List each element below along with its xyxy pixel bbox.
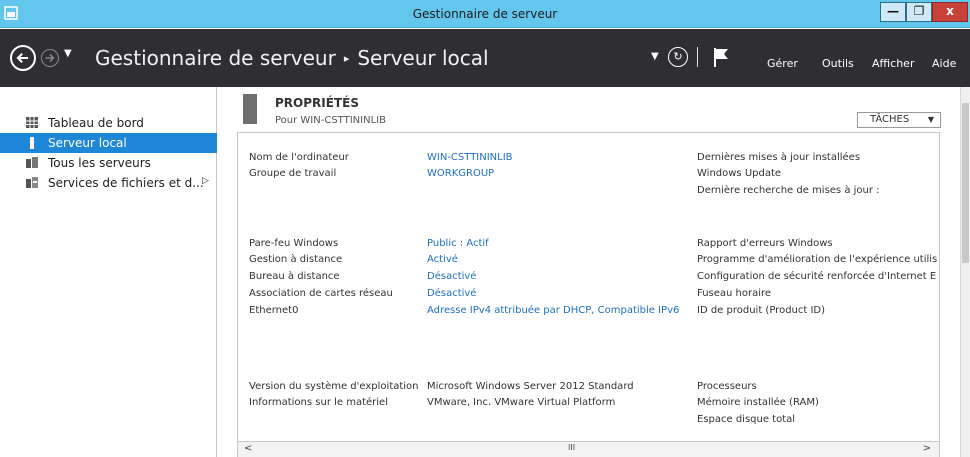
property-label: Processeurs: [697, 381, 757, 392]
property-label: Rapport d'erreurs Windows: [697, 238, 833, 249]
property-label: Espace disque total: [697, 414, 796, 425]
property-label: Version du système d'exploitation: [249, 381, 419, 392]
property-label: Programme d'amélioration de l'expérience…: [697, 254, 938, 265]
scroll-right-icon[interactable]: >: [923, 443, 931, 454]
sidebar-item-label: Tableau de bord: [48, 116, 144, 130]
property-label: Nom de l'ordinateur: [249, 152, 349, 163]
app-header: ▼ Gestionnaire de serveur ▸ Serveur local …: [0, 29, 970, 87]
sidebar-item-label: Tous les serveurs: [48, 156, 151, 170]
forward-arrow-icon[interactable]: [41, 49, 59, 67]
horizontal-scrollbar[interactable]: < III >: [238, 441, 939, 457]
property-label: Informations sur le matériel: [249, 397, 388, 408]
minimize-button[interactable]: —: [880, 2, 906, 22]
close-button[interactable]: x: [932, 2, 968, 22]
property-label: Association de cartes réseau: [249, 288, 393, 299]
property-label: Pare-feu Windows: [249, 238, 339, 249]
remote-management-link[interactable]: Activé: [427, 254, 458, 265]
workgroup-link[interactable]: WORKGROUP: [427, 168, 494, 179]
sidebar-item-label: Services de fichiers et d...: [48, 176, 204, 190]
vertical-scrollbar[interactable]: [960, 87, 970, 457]
properties-panel: Nom de l'ordinateur Groupe de travail Pa…: [237, 132, 940, 457]
property-label: Bureau à distance: [249, 271, 340, 282]
property-label: Mémoire installée (RAM): [697, 397, 819, 408]
nic-teaming-link[interactable]: Désactivé: [427, 288, 476, 299]
sidebar-item-all-servers[interactable]: Tous les serveurs: [0, 153, 217, 173]
chevron-down-icon: ▼: [927, 115, 934, 124]
notifications-flag-icon[interactable]: [712, 46, 732, 68]
breadcrumb-root[interactable]: Gestionnaire de serveur: [95, 46, 336, 70]
properties-subtitle: Pour WIN-CSTTININLIB: [275, 115, 386, 126]
property-label: Groupe de travail: [249, 168, 337, 179]
back-arrow-icon[interactable]: [10, 45, 36, 71]
breadcrumb-current: Serveur local: [357, 46, 489, 70]
property-label: Dernières mises à jour installées: [697, 152, 861, 163]
property-label: Windows Update: [697, 168, 782, 179]
history-dropdown-icon[interactable]: ▼: [64, 48, 72, 59]
dashboard-icon: [26, 117, 38, 128]
property-label: Gestion à distance: [249, 254, 343, 265]
refresh-dropdown-icon[interactable]: ▼: [651, 51, 659, 62]
property-label: Dernière recherche de mises à jour :: [697, 185, 880, 196]
file-services-icon: [26, 177, 38, 188]
firewall-link[interactable]: Public : Actif: [427, 238, 489, 249]
os-version-value: Microsoft Windows Server 2012 Standard: [427, 381, 634, 392]
maximize-button[interactable]: ❐: [906, 2, 932, 22]
ethernet-link[interactable]: Adresse IPv4 attribuée par DHCP, Compati…: [427, 305, 679, 316]
sidebar-item-dashboard[interactable]: Tableau de bord: [0, 113, 217, 133]
all-servers-icon: [26, 157, 38, 168]
property-label: ID de produit (Product ID): [697, 305, 826, 316]
breadcrumb: Gestionnaire de serveur ▸ Serveur local: [95, 46, 489, 70]
property-label: Fuseau horaire: [697, 288, 772, 299]
expand-arrow-icon[interactable]: ▷: [202, 176, 209, 186]
refresh-icon[interactable]: ↻: [668, 47, 688, 67]
local-server-icon: [30, 137, 34, 149]
sidebar-item-label: Serveur local: [48, 136, 127, 150]
menu-aide[interactable]: Aide: [932, 57, 956, 70]
scroll-grip-icon[interactable]: III: [568, 443, 575, 452]
properties-server-icon: [243, 94, 257, 124]
property-label: Ethernet0: [249, 305, 299, 316]
sidebar-item-local-server[interactable]: Serveur local: [0, 133, 217, 153]
menu-outils[interactable]: Outils: [822, 57, 854, 70]
property-label: Configuration de sécurité renforcée d'In…: [697, 271, 937, 282]
vertical-scroll-thumb[interactable]: [962, 103, 969, 263]
sidebar-item-file-services[interactable]: Services de fichiers et d... ▷: [0, 173, 217, 193]
computer-name-link[interactable]: WIN-CSTTININLIB: [427, 152, 513, 163]
menu-gerer[interactable]: Gérer: [767, 57, 798, 70]
title-bar: Gestionnaire de serveur — ❐ x: [0, 0, 970, 28]
divider: [697, 47, 698, 67]
remote-desktop-link[interactable]: Désactivé: [427, 271, 476, 282]
menu-afficher[interactable]: Afficher: [872, 57, 914, 70]
main-content: PROPRIÉTÉS Pour WIN-CSTTININLIB TÂCHES ▼…: [218, 87, 970, 457]
sidebar: Tableau de bord Serveur local Tous les s…: [0, 87, 217, 457]
hardware-info-value: VMware, Inc. VMware Virtual Platform: [427, 397, 616, 408]
breadcrumb-separator-icon: ▸: [343, 52, 350, 65]
properties-title: PROPRIÉTÉS: [275, 96, 359, 110]
scroll-left-icon[interactable]: <: [244, 443, 252, 454]
tasks-label: TÂCHES: [870, 114, 910, 125]
tasks-dropdown[interactable]: TÂCHES ▼: [857, 112, 941, 128]
window-title: Gestionnaire de serveur: [412, 7, 558, 21]
